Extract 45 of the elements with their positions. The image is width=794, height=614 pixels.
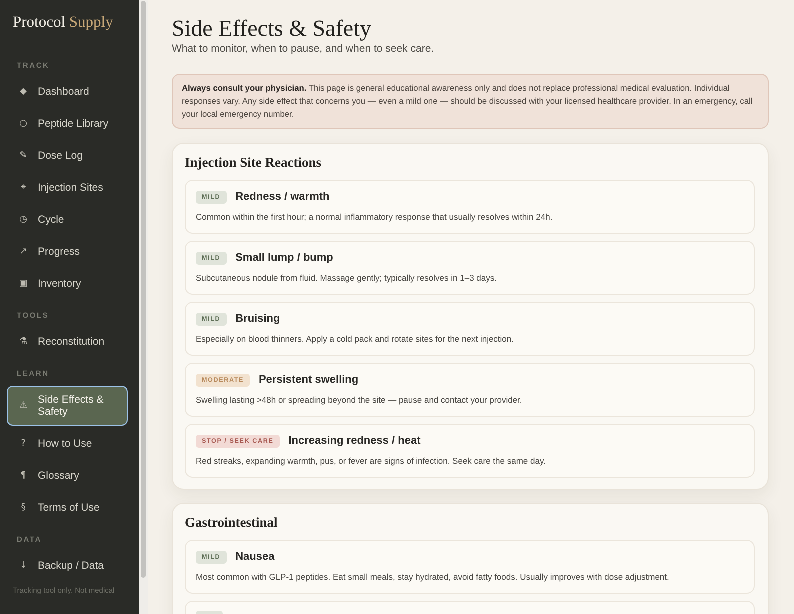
- symptom-description: Subcutaneous nodule from fluid. Massage gently; typically resolves in 1–3 days.: [196, 272, 498, 284]
- scrollbar-thumb[interactable]: [141, 1, 146, 578]
- nav-item[interactable]: ↗ Progress: [7, 238, 128, 266]
- nav-item[interactable]: ○ Peptide Library: [7, 110, 128, 138]
- question-mark-icon: ?: [18, 438, 29, 450]
- symptom-title: Bruising: [236, 312, 280, 326]
- symptom-title: Nausea: [236, 550, 275, 564]
- nav-item[interactable]: § Terms of Use: [7, 494, 128, 522]
- clock-icon: ◷: [18, 214, 29, 226]
- page-title: Side Effects & Safety: [172, 16, 372, 42]
- crosshair-icon: ⌖: [18, 182, 29, 194]
- pencil-icon: ✎: [18, 150, 29, 162]
- nav-item[interactable]: ✎ Dose Log: [7, 142, 128, 170]
- nav-item[interactable]: ↓ Backup / Data: [7, 552, 128, 580]
- nav-item[interactable]: ◷ Cycle: [7, 206, 128, 234]
- symptom-title: Small lump / bump: [236, 251, 334, 265]
- app-logo: Protocol Supply: [12, 14, 114, 32]
- circle-icon: ○: [18, 118, 29, 130]
- symptom-description: Swelling lasting >48h or spreading beyond the site — pause and contact your provider.: [196, 394, 524, 406]
- diamond-icon: ◆: [18, 86, 29, 98]
- down-arrow-icon: ↓: [18, 560, 29, 572]
- square-icon: ▣: [18, 278, 29, 290]
- scrollbar-track[interactable]: [139, 0, 148, 614]
- nav-item[interactable]: ◆ Dashboard: [7, 78, 128, 106]
- notice-text: Always consult your physician. This page is general educational awareness only and does not replace professional medical evaluation. Individual responses vary. Any side effect that concerns you — even a mild one — should be discussed with your licensed healthcare provider. In an emergency, call your local emergency number.: [182, 82, 754, 121]
- nav-item[interactable]: ¶ Glossary: [7, 462, 128, 490]
- symptom-description: Most common with GLP-1 peptides. Eat small meals, stay hydrated, avoid fatty foods. Usually improves with dose adjustment.: [196, 571, 670, 583]
- symptom-description: Red streaks, expanding warmth, pus, or fever are signs of infection. Seek care the same day.: [196, 455, 547, 467]
- nav-item[interactable]: ⚗ Reconstitution: [7, 328, 128, 356]
- symptom-description: Common within the first hour; a normal inflammatory response that usually resolves within 24h.: [196, 211, 554, 223]
- section-sign-icon: §: [18, 502, 29, 514]
- symptom-title: Redness / warmth: [236, 190, 330, 204]
- section-heading: Gastrointestinal: [185, 516, 279, 530]
- page-subtitle: What to monitor, when to pause, and when to seek care.: [172, 42, 436, 56]
- section-heading: Injection Site Reactions: [185, 156, 322, 170]
- symptom-title: Persistent swelling: [258, 373, 359, 387]
- flask-icon: ⚗: [18, 336, 29, 348]
- pilcrow-icon: ¶: [18, 470, 29, 482]
- nav-item[interactable]: ⌖ Injection Sites: [7, 174, 128, 202]
- nav-item[interactable]: ▣ Inventory: [7, 270, 128, 298]
- nav-item[interactable]: ? How to Use: [7, 430, 128, 458]
- symptom-description: Especially on blood thinners. Apply a cold pack and rotate sites for the next injection.: [196, 333, 515, 345]
- symptom-title: Increasing redness / heat: [288, 434, 421, 448]
- warning-icon: ⚠: [18, 400, 29, 412]
- arrow-icon: ↗: [18, 246, 29, 258]
